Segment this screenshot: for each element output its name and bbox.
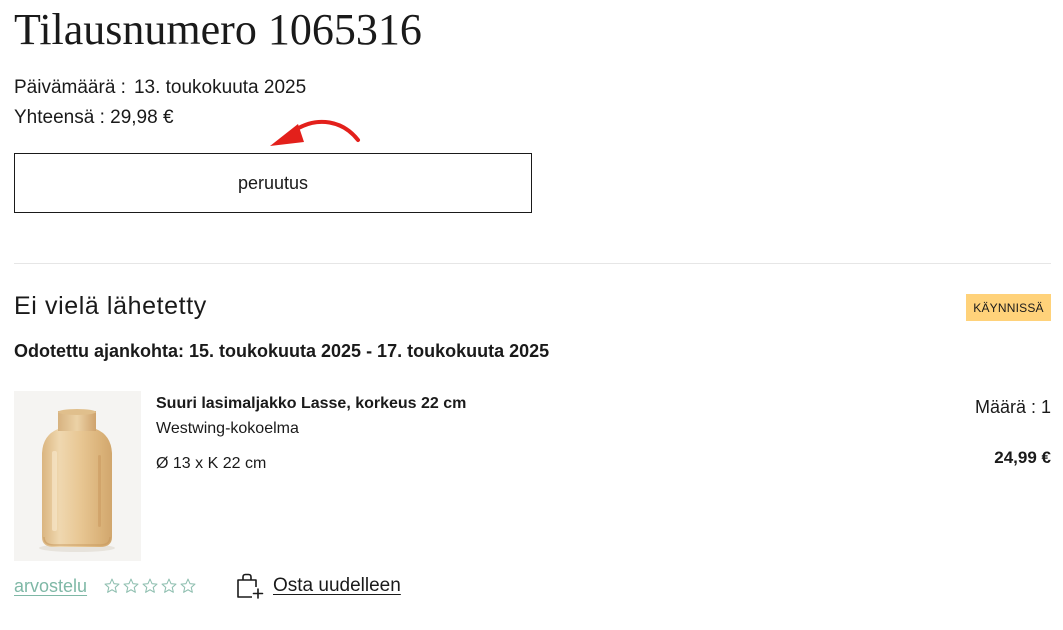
order-total-value: 29,98 € [110,107,174,128]
star-outline-icon[interactable] [122,577,140,595]
status-badge: KÄYNNISSÄ [966,294,1051,321]
order-total-label: Yhteensä : [14,107,105,128]
star-outline-icon[interactable] [141,577,159,595]
star-outline-icon[interactable] [103,577,121,595]
product-price: 24,99 € [994,448,1051,467]
reorder-label[interactable]: Osta uudelleen [273,575,401,597]
order-date: Päivämäärä : 13. toukokuuta 2025 [14,77,306,99]
product-image[interactable] [14,391,141,561]
reorder-button[interactable]: Osta uudelleen [236,573,401,599]
page-title: Tilausnumero 1065316 [14,5,422,54]
product-quantity: Määrä : 1 [974,397,1051,417]
glass-vase-image [39,409,115,552]
expected-delivery: Odotettu ajankohta: 15. toukokuuta 2025 … [14,341,550,361]
bag-add-icon [237,573,264,599]
order-date-value: 13. toukokuuta 2025 [133,77,307,98]
cancel-order-button[interactable]: peruutus [14,153,532,213]
product-brand: Westwing-kokoelma [156,420,299,437]
product-dimensions: Ø 13 x K 22 cm [156,455,267,472]
star-outline-icon[interactable] [179,577,197,595]
star-outline-icon[interactable] [160,577,178,595]
product-name[interactable]: Suuri lasimaljakko Lasse, korkeus 22 cm [156,394,466,414]
review-link[interactable]: arvostelu [14,575,87,597]
order-date-label: Päivämäärä : [14,77,126,98]
order-total: Yhteensä : 29,98 € [14,107,174,129]
shipment-status-title: Ei vielä lähetetty [14,292,207,320]
red-arrow-annotation-icon [270,119,360,146]
star-rating[interactable] [103,577,197,595]
section-divider [14,263,1051,264]
